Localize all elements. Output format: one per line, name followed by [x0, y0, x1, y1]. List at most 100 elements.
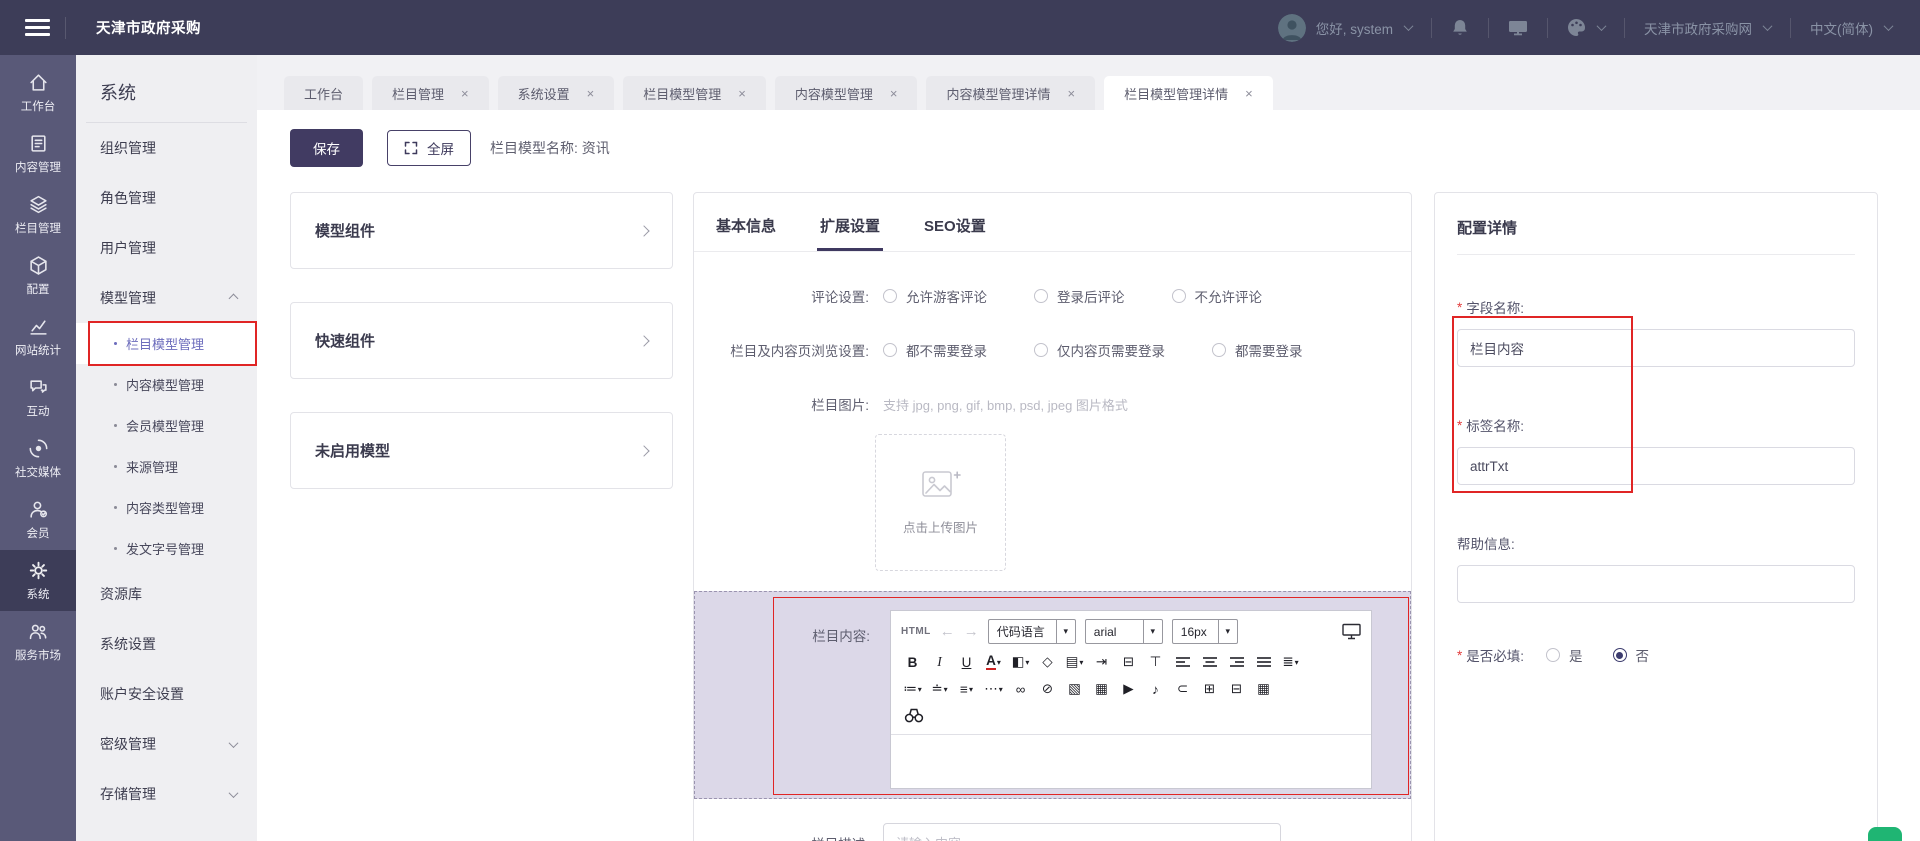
sidebar-item-source[interactable]: 来源管理 [76, 446, 257, 487]
search-binoculars-icon[interactable] [901, 704, 926, 726]
font-size-select[interactable]: 16px▾ [1172, 619, 1238, 644]
rail-item-system[interactable]: 系统 [0, 550, 76, 611]
sidebar-item-resources[interactable]: 资源库 [76, 569, 257, 619]
redo-icon[interactable]: → [964, 624, 979, 639]
sidebar-item-role[interactable]: 角色管理 [76, 173, 257, 223]
avatar[interactable] [1278, 14, 1306, 42]
preview-button[interactable] [1342, 623, 1361, 640]
table-merge-icon[interactable]: ⊟ [1224, 678, 1249, 700]
sidebar-item-model[interactable]: 模型管理 [76, 273, 257, 323]
tab-close-icon[interactable]: × [890, 86, 898, 101]
font-family-select[interactable]: arial▾ [1085, 619, 1163, 644]
bold-icon[interactable]: B [900, 651, 925, 673]
paste-icon[interactable]: ⊟ [1116, 651, 1141, 673]
clear-format-icon[interactable]: ◇ [1035, 651, 1060, 673]
editor-content-area[interactable] [891, 734, 1371, 788]
undo-icon[interactable]: ← [940, 624, 955, 639]
sidebar-item-account-security[interactable]: 账户安全设置 [76, 669, 257, 719]
list-style-icon[interactable]: ⋯▾ [981, 678, 1006, 700]
ordered-list-icon[interactable]: ≣▾ [1278, 651, 1303, 673]
map-icon[interactable]: ▦ [1089, 678, 1114, 700]
column-desc-input[interactable] [883, 823, 1281, 841]
language-dropdown[interactable]: 中文(简体) [1810, 18, 1892, 38]
video-icon[interactable]: ▶ [1116, 678, 1141, 700]
sidebar-item-secrecy[interactable]: 密级管理 [76, 719, 257, 769]
tab-close-icon[interactable]: × [1067, 86, 1075, 101]
sidebar-item-system-settings[interactable]: 系统设置 [76, 619, 257, 669]
tab-close-icon[interactable]: × [738, 86, 746, 101]
tab-column-model-detail[interactable]: 栏目模型管理详情× [1104, 76, 1273, 110]
tab-basic-info[interactable]: 基本信息 [716, 215, 776, 251]
radio-no-login-needed[interactable]: 都不需要登录 [883, 340, 987, 360]
tab-column-model-mgmt[interactable]: 栏目模型管理× [623, 76, 766, 110]
html-source-icon[interactable]: HTML [901, 626, 931, 637]
format-painter-icon[interactable]: ▤▾ [1062, 651, 1087, 673]
sidebar-item-user[interactable]: 用户管理 [76, 223, 257, 273]
sidebar-item-column-model[interactable]: 栏目模型管理 [76, 323, 257, 364]
notification-button[interactable] [1451, 18, 1469, 37]
radio-all-login-needed[interactable]: 都需要登录 [1212, 340, 1303, 360]
tab-column-mgmt[interactable]: 栏目管理× [372, 76, 489, 110]
field-name-input[interactable] [1457, 329, 1855, 367]
sidebar-item-member-model[interactable]: 会员模型管理 [76, 405, 257, 446]
rail-item-config[interactable]: 配置 [0, 245, 76, 306]
rail-item-social[interactable]: 社交媒体 [0, 428, 76, 489]
save-button[interactable]: 保存 [290, 129, 363, 167]
radio-required-yes[interactable]: 是 [1546, 645, 1583, 665]
rail-item-member[interactable]: 会员 [0, 489, 76, 550]
card-disabled-models[interactable]: 未启用模型 [290, 412, 673, 489]
paragraph-spacing-icon[interactable]: ≡▾ [954, 678, 979, 700]
image-upload-dropzone[interactable]: 点击上传图片 [875, 434, 1006, 571]
selected-field-block[interactable]: 栏目内容: HTML ← → 代码语言▾ arial▾ 16px▾ [694, 591, 1411, 799]
radio-content-login-needed[interactable]: 仅内容页需要登录 [1034, 340, 1165, 360]
underline-icon[interactable]: U [954, 651, 979, 673]
radio-allow-guest-comment[interactable]: 允许游客评论 [883, 286, 987, 306]
code-language-select[interactable]: 代码语言▾ [988, 619, 1076, 644]
highlight-color-icon[interactable]: ◧▾ [1008, 651, 1033, 673]
indent-icon[interactable]: ⇥ [1089, 651, 1114, 673]
image-icon[interactable]: ▧ [1062, 678, 1087, 700]
user-menu[interactable]: 您好, system [1278, 14, 1412, 42]
align-center-icon[interactable] [1197, 651, 1222, 673]
tab-seo-settings[interactable]: SEO设置 [924, 215, 986, 251]
tab-content-model-detail[interactable]: 内容模型管理详情× [926, 76, 1095, 110]
floating-widget[interactable] [1868, 827, 1902, 841]
radio-required-no[interactable]: 否 [1613, 645, 1650, 665]
tab-extended-settings[interactable]: 扩展设置 [820, 215, 880, 251]
theme-menu[interactable] [1567, 18, 1605, 37]
radio-no-comment[interactable]: 不允许评论 [1172, 286, 1263, 306]
rail-item-market[interactable]: 服务市场 [0, 611, 76, 672]
tab-workbench[interactable]: 工作台 [284, 76, 363, 110]
align-justify-icon[interactable] [1251, 651, 1276, 673]
tab-close-icon[interactable]: × [461, 86, 469, 101]
rail-item-columns[interactable]: 栏目管理 [0, 184, 76, 245]
tab-content-model-mgmt[interactable]: 内容模型管理× [775, 76, 918, 110]
radio-login-comment[interactable]: 登录后评论 [1034, 286, 1125, 306]
table-icon[interactable]: ▦ [1251, 678, 1276, 700]
rail-item-interact[interactable]: 互动 [0, 367, 76, 428]
site-dropdown[interactable]: 天津市政府采购网 [1644, 18, 1771, 38]
unlink-icon[interactable]: ⊘ [1035, 678, 1060, 700]
unordered-list-icon[interactable]: ≔▾ [900, 678, 925, 700]
display-button[interactable] [1508, 19, 1528, 37]
card-quick-components[interactable]: 快速组件 [290, 302, 673, 379]
anchor-icon[interactable]: ⊤ [1143, 651, 1168, 673]
sidebar-item-org[interactable]: 组织管理 [76, 123, 257, 173]
menu-toggle-icon[interactable] [25, 19, 50, 36]
help-info-input[interactable] [1457, 565, 1855, 603]
fullscreen-button[interactable]: 全屏 [387, 130, 471, 166]
sidebar-item-content-model[interactable]: 内容模型管理 [76, 364, 257, 405]
link-icon[interactable]: ∞ [1008, 678, 1033, 700]
sidebar-item-doc-number[interactable]: 发文字号管理 [76, 528, 257, 569]
attachment-icon[interactable]: ⊂ [1170, 678, 1195, 700]
tab-close-icon[interactable]: × [1245, 86, 1253, 101]
align-left-icon[interactable] [1170, 651, 1195, 673]
rail-item-stats[interactable]: 网站统计 [0, 306, 76, 367]
sidebar-item-storage[interactable]: 存储管理 [76, 769, 257, 819]
rail-item-content[interactable]: 内容管理 [0, 123, 76, 184]
sidebar-item-content-type[interactable]: 内容类型管理 [76, 487, 257, 528]
tab-close-icon[interactable]: × [587, 86, 595, 101]
card-model-components[interactable]: 模型组件 [290, 192, 673, 269]
font-color-icon[interactable]: A▾ [981, 651, 1006, 673]
music-icon[interactable]: ♪ [1143, 678, 1168, 700]
